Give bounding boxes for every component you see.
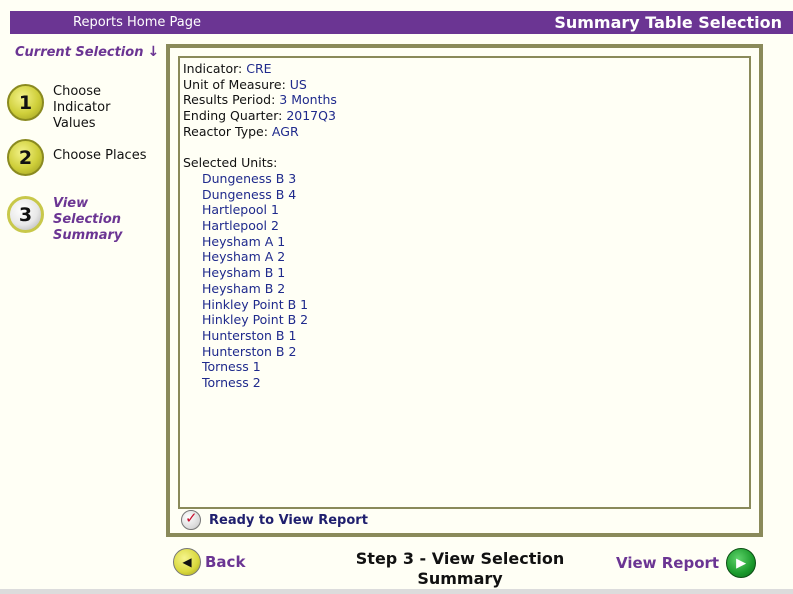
current-selection-label: Current Selection	[15, 44, 144, 60]
list-item: Hartlepool 2	[202, 218, 279, 234]
step-2-label[interactable]: Choose Places	[53, 139, 146, 176]
bottom-divider	[0, 589, 793, 594]
ready-status: Ready to View Report	[181, 509, 368, 530]
current-selection-heading: Current Selection ↓	[15, 44, 159, 60]
list-item: Hartlepool 1	[202, 202, 279, 218]
ready-text: Ready to View Report	[209, 512, 368, 528]
arrow-down-icon: ↓	[147, 44, 160, 60]
list-item: Heysham A 1	[202, 233, 286, 249]
view-report-label: View Report	[616, 554, 720, 572]
step-1-number-icon: 1	[7, 84, 44, 121]
list-item: Heysham B 2	[202, 280, 286, 296]
page-title: Summary Table Selection	[554, 13, 782, 32]
step-3: 3 View Selection Summary	[7, 196, 122, 244]
quarter-row: Ending Quarter: 2017Q3	[183, 108, 336, 124]
selected-units-list: Dungeness B 3 Dungeness B 4 Hartlepool 1…	[183, 171, 749, 391]
unit-row: Unit of Measure: US	[183, 76, 307, 92]
step-2[interactable]: 2 Choose Places	[7, 139, 146, 176]
list-item: Dungeness B 3	[202, 170, 297, 186]
check-icon	[181, 509, 201, 530]
step-caption: Step 3 - View Selection Summary	[355, 549, 565, 588]
list-item: Torness 1	[202, 359, 261, 375]
period-row: Results Period: 3 Months	[183, 92, 337, 108]
list-item: Hinkley Point B 1	[202, 296, 309, 312]
selection-summary-box: Indicator: CRE Unit of Measure: US Resul…	[178, 56, 751, 509]
summary-panel: Indicator: CRE Unit of Measure: US Resul…	[166, 44, 763, 537]
reports-home-link[interactable]: Reports Home Page	[73, 15, 201, 30]
top-bar: Reports Home Page Summary Table Selectio…	[10, 11, 793, 34]
step-3-label: View Selection Summary	[53, 196, 123, 243]
view-report-button[interactable]: View Report ▶	[616, 548, 757, 578]
back-label: Back	[205, 553, 246, 571]
list-item: Heysham A 2	[202, 249, 286, 265]
list-item: Hunterston B 2	[202, 343, 297, 359]
list-item: Heysham B 1	[202, 265, 286, 281]
arrow-left-icon: ◀	[173, 548, 201, 576]
list-item: Hunterston B 1	[202, 327, 297, 343]
step-1-label[interactable]: Choose Indicator Values	[53, 84, 110, 132]
back-button[interactable]: ◀ Back	[173, 548, 245, 576]
indicator-row: Indicator: CRE	[183, 61, 272, 76]
reactor-row: Reactor Type: AGR	[183, 123, 299, 139]
list-item: Dungeness B 4	[202, 186, 297, 202]
list-item: Hinkley Point B 2	[202, 312, 309, 328]
step-1[interactable]: 1 Choose Indicator Values	[7, 84, 110, 132]
arrow-right-icon: ▶	[726, 548, 757, 578]
step-2-number-icon: 2	[7, 139, 44, 176]
step-3-number-icon: 3	[7, 196, 44, 233]
list-item: Torness 2	[202, 375, 261, 391]
selected-units-label: Selected Units:	[183, 155, 278, 171]
